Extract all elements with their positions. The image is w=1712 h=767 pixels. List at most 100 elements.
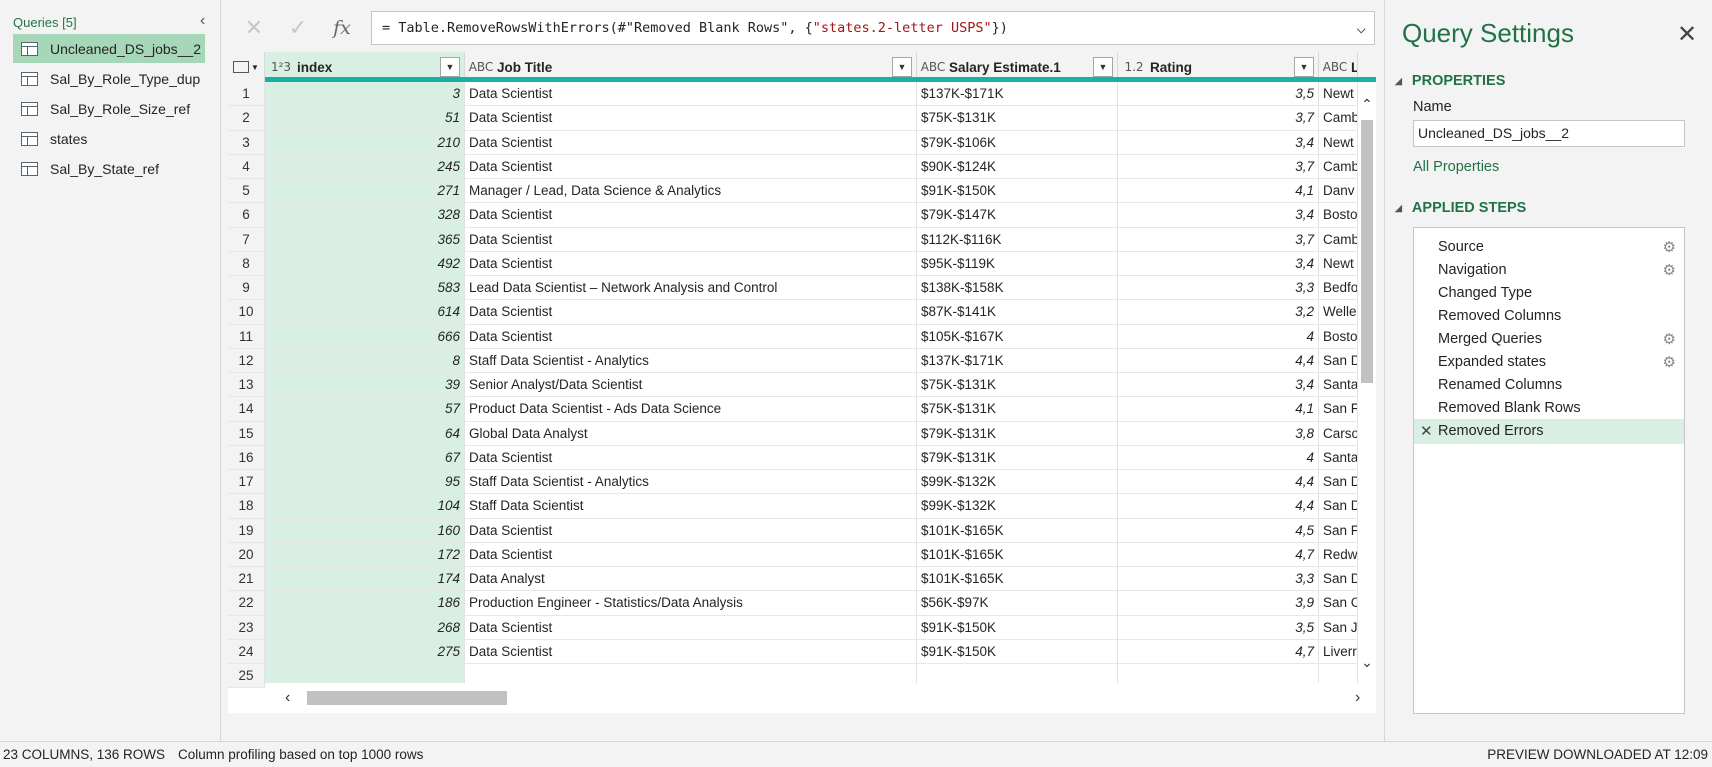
query-item[interactable]: states	[13, 124, 205, 153]
location-cell[interactable]: Newt	[1319, 130, 1358, 154]
confirm-formula-icon[interactable]: ✓	[278, 13, 318, 43]
table-row[interactable]: 8 492 Data Scientist $95K-$119K 3,4 Newt	[228, 251, 1376, 276]
index-cell[interactable]: 666	[265, 324, 465, 348]
scroll-down-icon[interactable]: ⌄	[1358, 654, 1376, 671]
job-title-cell[interactable]: Data Scientist	[465, 445, 917, 469]
row-number[interactable]: 22	[228, 591, 265, 615]
applied-step[interactable]: Expanded states ⚙	[1414, 350, 1684, 375]
row-number[interactable]: 24	[228, 639, 265, 663]
filter-dropdown-icon[interactable]: ▼	[892, 57, 912, 77]
job-title-cell[interactable]: Data Scientist	[465, 130, 917, 154]
column-type-icon[interactable]: 1.2	[1120, 60, 1148, 74]
row-number[interactable]: 17	[228, 470, 265, 494]
table-row[interactable]: 10 614 Data Scientist $87K-$141K 3,2 Welle	[228, 300, 1376, 325]
applied-step[interactable]: Source ⚙	[1414, 234, 1684, 259]
table-row[interactable]: 18 104 Staff Data Scientist $99K-$132K 4,4 Sa…	[228, 494, 1376, 519]
table-row[interactable]: 2 51 Data Scientist $75K-$131K 3,7 Camb	[228, 106, 1376, 131]
index-cell[interactable]: 614	[265, 300, 465, 324]
rating-cell[interactable]: 4,1	[1118, 397, 1319, 421]
salary-cell[interactable]: $91K-$150K	[917, 639, 1118, 663]
index-cell[interactable]: 275	[265, 639, 465, 663]
salary-cell[interactable]: $56K-$97K	[917, 591, 1118, 615]
table-row[interactable]: 14 57 Product Data Scientist - Ads Data Sc…	[228, 397, 1376, 422]
job-title-cell[interactable]: Data Scientist	[465, 639, 917, 663]
location-cell[interactable]: Santa	[1319, 373, 1358, 397]
index-cell[interactable]: 271	[265, 179, 465, 203]
job-title-cell[interactable]: Manager / Lead, Data Science & Analytics	[465, 179, 917, 203]
salary-cell[interactable]: $99K-$132K	[917, 494, 1118, 518]
index-cell[interactable]: 3	[265, 82, 465, 106]
column-type-icon[interactable]: 1²3	[267, 60, 295, 74]
cancel-formula-icon[interactable]: ✕	[234, 13, 274, 43]
all-properties-link[interactable]: All Properties	[1413, 159, 1499, 175]
rating-cell[interactable]: 4,5	[1118, 518, 1319, 542]
rating-cell[interactable]: 4,7	[1118, 639, 1319, 663]
job-title-cell[interactable]: Data Scientist	[465, 518, 917, 542]
location-cell[interactable]: San D	[1319, 567, 1358, 591]
row-number[interactable]: 23	[228, 615, 265, 639]
job-title-cell[interactable]: Data Scientist	[465, 227, 917, 251]
table-row[interactable]: 5 271 Manager / Lead, Data Science & Analy…	[228, 179, 1376, 204]
fx-icon[interactable]: fx	[322, 13, 362, 43]
index-cell[interactable]: 64	[265, 421, 465, 445]
salary-cell[interactable]: $87K-$141K	[917, 300, 1118, 324]
job-title-cell[interactable]: Data Scientist	[465, 542, 917, 566]
filter-dropdown-icon[interactable]: ▼	[440, 57, 460, 77]
rating-cell[interactable]: 4	[1118, 324, 1319, 348]
table-row[interactable]: 15 64 Global Data Analyst $79K-$131K 3,8 Cars…	[228, 421, 1376, 446]
close-icon[interactable]: ✕	[1677, 20, 1697, 49]
row-number[interactable]: 8	[228, 251, 265, 275]
index-cell[interactable]: 57	[265, 397, 465, 421]
job-title-cell[interactable]: Data Scientist	[465, 203, 917, 227]
job-title-cell[interactable]: Staff Data Scientist - Analytics	[465, 348, 917, 372]
location-cell[interactable]: San C	[1319, 591, 1358, 615]
query-item[interactable]: Sal_By_State_ref	[13, 154, 205, 183]
location-cell[interactable]: Bedfo	[1319, 276, 1358, 300]
location-cell[interactable]: San F	[1319, 518, 1358, 542]
rating-cell[interactable]: 3,4	[1118, 130, 1319, 154]
row-number[interactable]: 18	[228, 494, 265, 518]
location-cell[interactable]: Camb	[1319, 154, 1358, 178]
table-row[interactable]: 22 186 Production Engineer - Statistics/Da…	[228, 591, 1376, 616]
salary-cell[interactable]: $91K-$150K	[917, 615, 1118, 639]
row-number[interactable]: 21	[228, 567, 265, 591]
salary-cell[interactable]: $90K-$124K	[917, 154, 1118, 178]
applied-step[interactable]: Removed Blank Rows	[1414, 396, 1684, 421]
job-title-cell[interactable]: Data Scientist	[465, 324, 917, 348]
index-cell[interactable]: 174	[265, 567, 465, 591]
table-row[interactable]: 23268Data Scientist$91K-$150K3,5San Jo	[228, 615, 1376, 640]
salary-cell[interactable]: $138K-$158K	[917, 276, 1118, 300]
salary-cell[interactable]: $105K-$167K	[917, 324, 1118, 348]
applied-step[interactable]: Removed Columns	[1414, 303, 1684, 328]
rating-cell[interactable]: 3,4	[1118, 251, 1319, 275]
gear-icon[interactable]: ⚙	[1663, 261, 1676, 279]
query-item[interactable]: Uncleaned_DS_jobs__2	[13, 34, 205, 63]
location-cell[interactable]: Santa	[1319, 445, 1358, 469]
gear-icon[interactable]: ⚙	[1663, 238, 1676, 256]
scroll-right-icon[interactable]: ›	[1355, 689, 1360, 707]
filter-dropdown-icon[interactable]: ▼	[1294, 57, 1314, 77]
location-cell[interactable]: Redw	[1319, 542, 1358, 566]
location-cell[interactable]: San D	[1319, 348, 1358, 372]
row-number[interactable]: 1	[228, 82, 265, 106]
index-cell[interactable]: 51	[265, 106, 465, 130]
table-menu-icon[interactable]: ▼	[228, 52, 265, 82]
index-cell[interactable]: 210	[265, 130, 465, 154]
job-title-cell[interactable]: Data Scientist	[465, 615, 917, 639]
collapse-pane-icon[interactable]: ‹	[200, 12, 205, 30]
location-cell[interactable]: Welle	[1319, 300, 1358, 324]
job-title-cell[interactable]: Data Scientist	[465, 251, 917, 275]
salary-cell[interactable]: $79K-$106K	[917, 130, 1118, 154]
salary-cell[interactable]: $95K-$119K	[917, 251, 1118, 275]
row-number[interactable]: 3	[228, 130, 265, 154]
index-cell[interactable]: 172	[265, 542, 465, 566]
location-cell[interactable]: Bosto	[1319, 203, 1358, 227]
rating-cell[interactable]: 4,1	[1118, 179, 1319, 203]
column-type-icon[interactable]: ABC	[467, 60, 495, 74]
row-number[interactable]: 25	[228, 664, 265, 688]
row-number[interactable]: 15	[228, 421, 265, 445]
horizontal-scroll-thumb[interactable]	[307, 691, 507, 705]
index-cell[interactable]: 8	[265, 348, 465, 372]
salary-cell[interactable]: $137K-$171K	[917, 82, 1118, 106]
delete-step-icon[interactable]: ✕	[1420, 422, 1433, 440]
